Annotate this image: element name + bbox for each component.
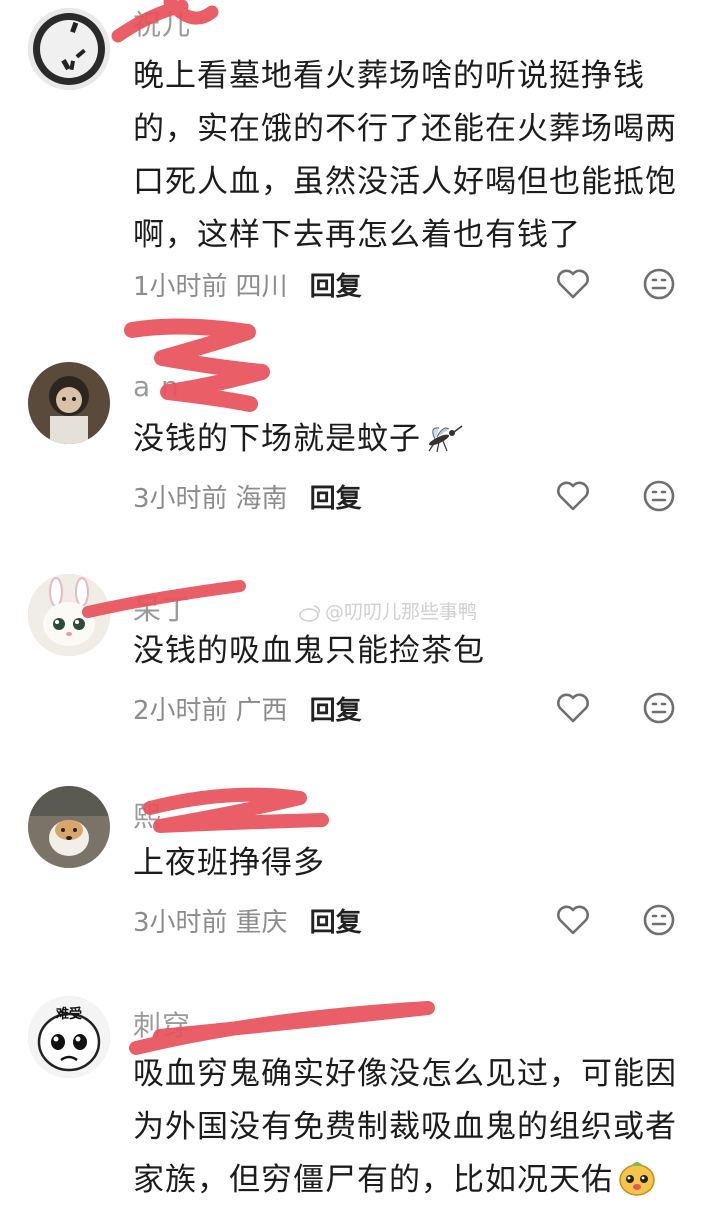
reply-button[interactable]: 回复	[310, 484, 362, 514]
emoji-reaction-icon[interactable]	[641, 902, 677, 938]
comment-text: 上夜班挣得多	[133, 845, 325, 881]
like-heart-icon[interactable]	[555, 902, 591, 938]
cute-face-emoji-icon	[619, 1162, 655, 1196]
comment-text-body: 吸血穷鬼确实好像没怎么见过，可能因为外国没有免费制裁吸血鬼的组织或者家族，但穷僵…	[133, 1056, 677, 1198]
comment-text: 没钱的下场就是蚊子	[133, 413, 688, 466]
timestamp: 3小时前	[133, 484, 228, 514]
comment-meta: 3小时前 海南 回复	[133, 478, 362, 515]
reply-button[interactable]: 回复	[310, 272, 362, 302]
reply-button[interactable]: 回复	[310, 908, 362, 938]
avatar[interactable]	[28, 786, 110, 868]
comment-text: 吸血穷鬼确实好像没怎么见过，可能因为外国没有免费制裁吸血鬼的组织或者家族，但穷僵…	[133, 1048, 688, 1207]
location: 四川	[235, 272, 288, 302]
reply-button[interactable]: 回复	[310, 696, 362, 726]
emoji-reaction-icon[interactable]	[641, 266, 677, 302]
avatar[interactable]	[28, 574, 110, 656]
username[interactable]: 呆丁	[133, 588, 191, 628]
timestamp: 1小时前	[133, 272, 228, 302]
emoji-reaction-icon[interactable]	[641, 478, 677, 514]
emoji-reaction-icon[interactable]	[641, 690, 677, 726]
location: 广西	[235, 696, 288, 726]
avatar-caption: 难受	[55, 1006, 82, 1022]
avatar[interactable]: 难受	[28, 996, 110, 1078]
location: 重庆	[235, 908, 288, 938]
username[interactable]: 熙	[133, 795, 162, 835]
username[interactable]: 祝儿	[133, 3, 191, 43]
like-heart-icon[interactable]	[555, 478, 591, 514]
like-heart-icon[interactable]	[555, 266, 591, 302]
username[interactable]: a n	[133, 370, 180, 403]
comment-meta: 3小时前 重庆 回复	[133, 902, 362, 939]
comment-meta: 2小时前 广西 回复	[133, 690, 362, 727]
avatar[interactable]	[28, 8, 110, 90]
comment-text: 没钱的吸血鬼只能捡茶包	[133, 633, 485, 669]
comment-text: 晚上看墓地看火葬场啥的听说挺挣钱的，实在饿的不行了还能在火葬场喝两口死人血，虽然…	[133, 58, 677, 253]
mosquito-emoji-icon	[428, 425, 463, 453]
like-heart-icon[interactable]	[555, 690, 591, 726]
watermark: @叨叨儿那些事鸭	[299, 597, 477, 624]
avatar[interactable]	[28, 362, 110, 444]
timestamp: 2小时前	[133, 696, 228, 726]
watermark-text: @叨叨儿那些事鸭	[325, 601, 478, 623]
username[interactable]: 刺穿	[133, 1004, 191, 1044]
comment-meta: 1小时前 四川 回复	[133, 266, 362, 303]
weibo-logo-icon	[299, 604, 320, 622]
comment-text-body: 没钱的下场就是蚊子	[133, 421, 421, 457]
location: 海南	[235, 484, 288, 514]
timestamp: 3小时前	[133, 908, 228, 938]
